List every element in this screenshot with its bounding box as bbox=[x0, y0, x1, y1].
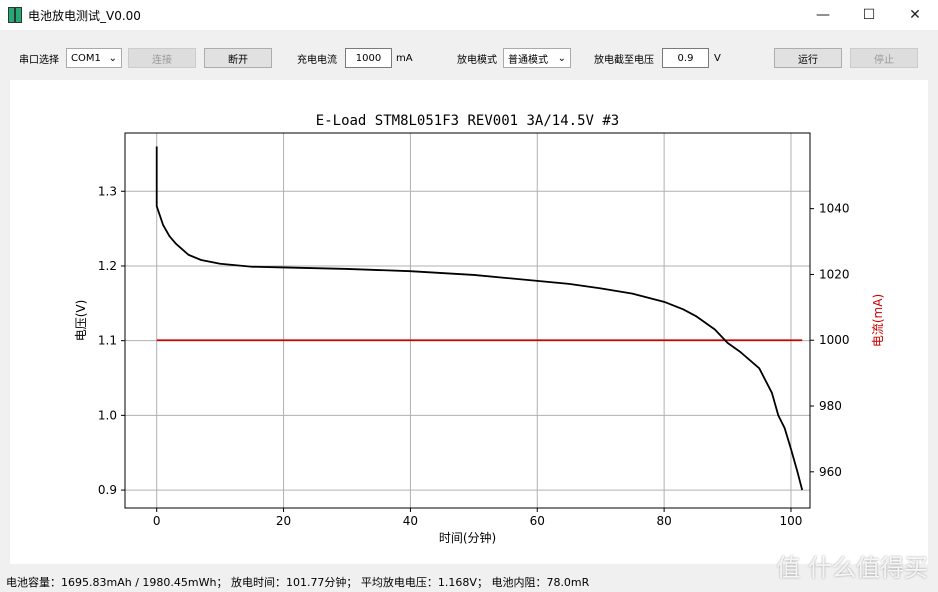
y-tick-label: 1.1 bbox=[98, 334, 117, 348]
cutoff-label: 放电截至电压 bbox=[594, 54, 654, 66]
port-label: 串口选择 bbox=[19, 54, 59, 66]
connect-button[interactable]: 连接 bbox=[128, 48, 196, 68]
chevron-down-icon: ⌄ bbox=[108, 52, 117, 64]
y2-tick-label: 1040 bbox=[819, 202, 850, 216]
y-tick-label: 1.2 bbox=[98, 259, 117, 273]
mode-value: 普通模式 bbox=[508, 54, 548, 66]
x-tick-label: 80 bbox=[656, 514, 671, 528]
x-tick-label: 0 bbox=[153, 514, 161, 528]
x-axis-label: 时间(分钟) bbox=[439, 530, 496, 545]
y-tick-label: 1.0 bbox=[98, 408, 117, 422]
current-label: 充电电流 bbox=[297, 54, 337, 66]
y-tick-label: 1.3 bbox=[98, 184, 117, 198]
x-tick-label: 60 bbox=[530, 514, 545, 528]
maximize-button[interactable]: ☐ bbox=[846, 0, 892, 30]
app-icon bbox=[8, 7, 22, 23]
watermark: 值 什么值得买 bbox=[776, 554, 928, 582]
stop-button[interactable]: 停止 bbox=[850, 48, 918, 68]
y2-tick-label: 960 bbox=[819, 465, 842, 479]
mode-label: 放电模式 bbox=[457, 54, 497, 66]
y2-tick-label: 1000 bbox=[819, 333, 850, 347]
y2-axis-label: 电流(mA) bbox=[871, 294, 885, 347]
cutoff-unit: V bbox=[714, 52, 721, 64]
minimize-button[interactable]: — bbox=[800, 0, 846, 30]
y-axis-label: 电压(V) bbox=[74, 300, 88, 342]
x-tick-label: 20 bbox=[276, 514, 291, 528]
port-value: COM1 bbox=[71, 52, 101, 64]
cutoff-input[interactable]: 0.9 bbox=[662, 48, 709, 68]
disconnect-button[interactable]: 断开 bbox=[204, 48, 272, 68]
port-select[interactable]: COM1 ⌄ bbox=[66, 48, 122, 68]
chart-title: E-Load STM8L051F3 REV001 3A/14.5V #3 bbox=[316, 113, 619, 129]
current-input[interactable]: 1000 bbox=[345, 48, 392, 68]
status-bar: 电池容量：1695.83mAh / 1980.45mWh； 放电时间：101.7… bbox=[6, 576, 590, 589]
x-tick-label: 100 bbox=[780, 514, 803, 528]
y2-tick-label: 980 bbox=[819, 399, 842, 413]
mode-select[interactable]: 普通模式 ⌄ bbox=[503, 48, 571, 68]
chart-panel: 0 20 40 60 80 100 0.9 1.0 1.1 1.2 1.3 960 980 1000 102… bbox=[10, 80, 928, 564]
discharge-chart: 0 20 40 60 80 100 0.9 1.0 1.1 1.2 1.3 960 980 1000 102… bbox=[74, 113, 885, 545]
y2-tick-label: 1020 bbox=[819, 267, 850, 281]
y-tick-label: 0.9 bbox=[98, 483, 117, 497]
plot-frame bbox=[124, 132, 811, 509]
current-unit: mA bbox=[396, 52, 413, 64]
window-title: 电池放电测试_V0.00 bbox=[28, 8, 141, 23]
run-button[interactable]: 运行 bbox=[774, 48, 842, 68]
close-button[interactable]: ✕ bbox=[892, 0, 938, 30]
toolbar: 串口选择 COM1 ⌄ 连接 断开 充电电流 1000 mA 放电模式 普通模式 ⌄… bbox=[0, 46, 938, 70]
chevron-down-icon: ⌄ bbox=[557, 52, 566, 64]
title-bar: 电池放电测试_V0.00 — ☐ ✕ bbox=[0, 0, 938, 30]
x-tick-label: 40 bbox=[403, 514, 418, 528]
voltage-line bbox=[155, 146, 804, 491]
